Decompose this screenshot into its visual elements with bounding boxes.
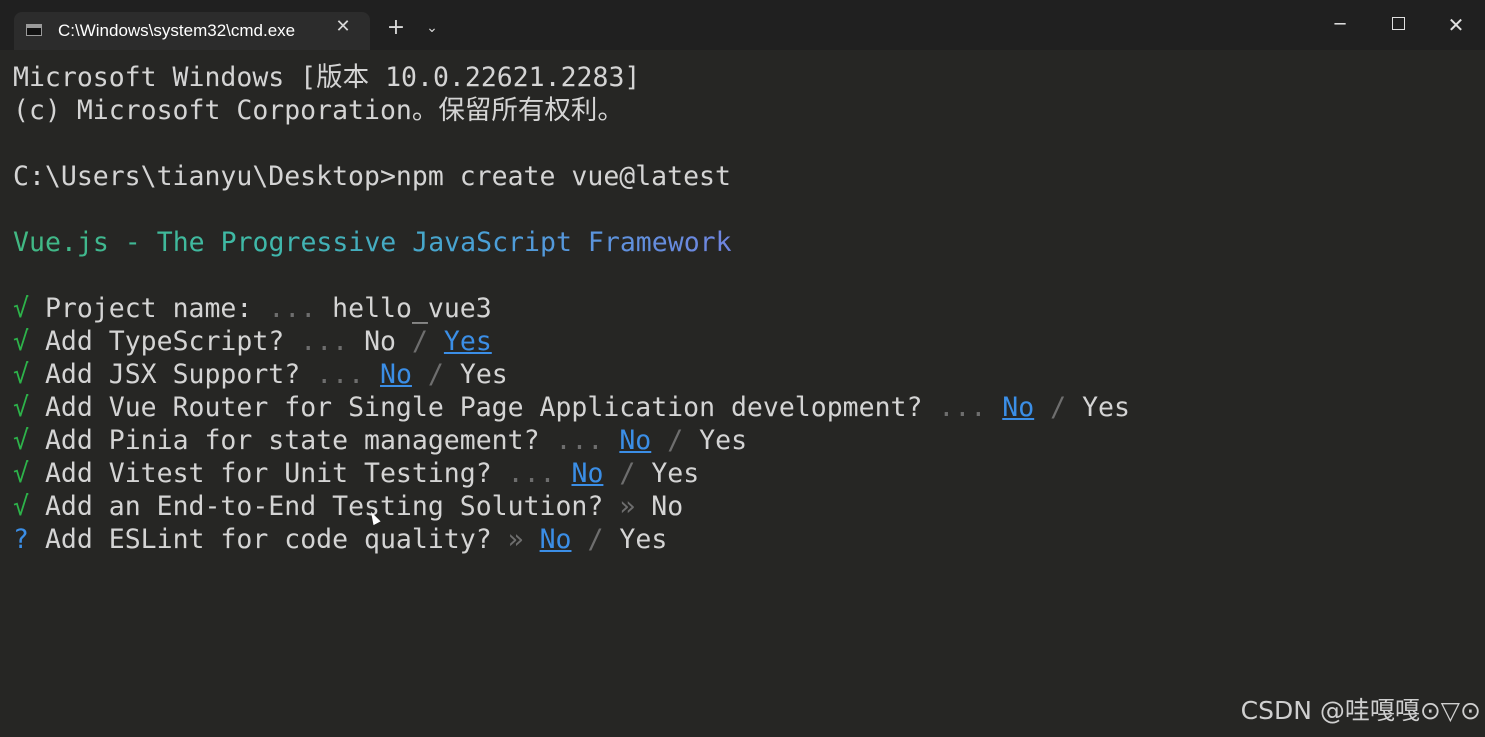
answer-e2e: √ Add an End-to-End Testing Solution? » … bbox=[13, 491, 684, 522]
prompt-eslint[interactable]: ? Add ESLint for code quality? » No / Ye… bbox=[13, 523, 1485, 556]
minimize-button[interactable]: ─ bbox=[1325, 10, 1355, 40]
check-icon: √ bbox=[13, 491, 29, 522]
option-no-selected: No bbox=[619, 425, 652, 456]
prompt: C:\Users\tianyu\Desktop> bbox=[13, 161, 396, 192]
check-icon: √ bbox=[13, 326, 29, 357]
option-no-selected: No bbox=[380, 359, 412, 390]
answer-router: √ Add Vue Router for Single Page Applica… bbox=[13, 392, 1130, 423]
terminal-output[interactable]: Microsoft Windows [版本 10.0.22621.2283] (… bbox=[0, 50, 1485, 737]
chevron-down-icon[interactable]: ⌄ bbox=[422, 18, 442, 38]
option-yes[interactable]: Yes bbox=[619, 524, 667, 555]
terminal-window: C:\Windows\system32\cmd.exe ✕ + ⌄ ─ ✕ Mi… bbox=[0, 0, 1485, 737]
check-icon: √ bbox=[13, 392, 29, 423]
answer-vitest: √ Add Vitest for Unit Testing? ... No / … bbox=[13, 458, 700, 489]
vue-banner: Vue.js - The Progressive JavaScript Fram… bbox=[13, 227, 732, 258]
tab-cmd[interactable]: C:\Windows\system32\cmd.exe ✕ bbox=[14, 12, 370, 50]
check-icon: √ bbox=[13, 425, 29, 456]
answer-typescript: √ Add TypeScript? ... No / Yes bbox=[13, 326, 492, 357]
header-line-2: (c) Microsoft Corporation。保留所有权利。 bbox=[13, 95, 624, 126]
answer-project-name: √ Project name: ... hello_vue3 bbox=[13, 293, 492, 324]
maximize-button[interactable] bbox=[1383, 10, 1413, 40]
title-bar: C:\Windows\system32\cmd.exe ✕ + ⌄ ─ ✕ bbox=[0, 0, 1485, 50]
option-no-selected: No bbox=[1002, 392, 1035, 423]
command-line: C:\Users\tianyu\Desktop>npm create vue@l… bbox=[13, 160, 1485, 193]
tab-title: C:\Windows\system32\cmd.exe bbox=[58, 21, 296, 40]
answer-jsx: √ Add JSX Support? ... No / Yes bbox=[13, 359, 508, 390]
option-no-highlighted[interactable]: No bbox=[540, 524, 572, 555]
command-text: npm create vue@latest bbox=[395, 161, 731, 192]
header-line-1: Microsoft Windows [版本 10.0.22621.2283] bbox=[13, 62, 641, 93]
option-no-selected: No bbox=[571, 458, 604, 489]
maximize-icon bbox=[1391, 17, 1405, 30]
close-button[interactable]: ✕ bbox=[1441, 10, 1471, 40]
check-icon: √ bbox=[13, 458, 29, 489]
option-yes-selected: Yes bbox=[443, 326, 492, 357]
check-icon: √ bbox=[13, 293, 29, 324]
tab-close-icon[interactable]: ✕ bbox=[332, 16, 354, 38]
watermark: CSDN @哇嘎嘎⊙▽⊙ bbox=[1240, 696, 1481, 725]
check-icon: √ bbox=[13, 359, 29, 390]
answer-pinia: √ Add Pinia for state management? ... No… bbox=[13, 425, 748, 456]
cmd-icon bbox=[26, 24, 42, 36]
new-tab-button[interactable]: + bbox=[384, 16, 408, 40]
question-icon: ? bbox=[13, 524, 29, 555]
